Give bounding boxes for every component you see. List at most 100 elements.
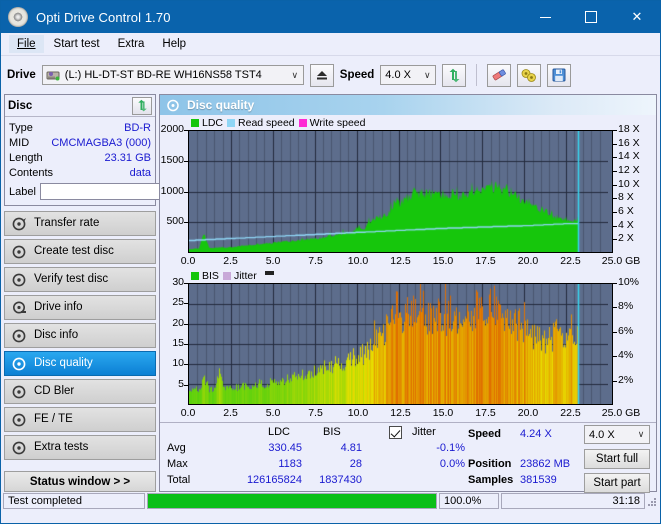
x-tick-label: 12.5: [381, 407, 421, 419]
legend-swatch-icon: [191, 119, 199, 127]
menu-extra[interactable]: Extra: [110, 35, 153, 53]
sidebar-item-label: FE / TE: [34, 414, 73, 426]
drive-icon: [46, 69, 61, 82]
menu-file[interactable]: File: [9, 35, 44, 53]
y-tick-label: 15: [160, 337, 184, 349]
y2-tick-label: 4 X: [618, 219, 634, 231]
legend-swatch-icon: [299, 119, 307, 127]
stats-jitter-avg: -0.1%: [397, 442, 465, 454]
sidebar-item-cd-bler[interactable]: CD Bler: [4, 379, 156, 404]
drive-select[interactable]: (L:) HL-DT-ST BD-RE WH16NS58 TST4 ∨: [42, 65, 304, 85]
disc-verify-icon: [12, 273, 27, 287]
drive-value: (L:) HL-DT-ST BD-RE WH16NS58 TST4: [61, 69, 266, 81]
sidebar-item-disc-info[interactable]: Disc info: [4, 323, 156, 348]
jitter-checkbox[interactable]: [389, 426, 402, 439]
x-tick-label: 15.0: [423, 407, 463, 419]
save-icon: [552, 68, 566, 82]
erase-button[interactable]: [487, 64, 511, 87]
toolbar: Drive (L:) HL-DT-ST BD-RE WH16NS58 TST4 …: [1, 56, 660, 94]
y-tick-mark: [184, 385, 188, 386]
close-icon: ✕: [632, 9, 643, 25]
x-tick-label: 5.0: [253, 255, 293, 267]
menu-start-test[interactable]: Start test: [46, 35, 108, 53]
progress-bar: [147, 493, 437, 509]
sidebar-item-label: CD Bler: [34, 386, 74, 398]
stats-col-bis: BIS: [323, 426, 341, 438]
disc-row-mid: MID CMCMAGBA3 (000): [9, 135, 151, 150]
sidebar-item-label: Extra tests: [34, 442, 88, 454]
y2-tick-mark: [613, 307, 617, 308]
window-controls: ✕: [522, 1, 660, 33]
save-button[interactable]: [547, 64, 571, 87]
sidebar-item-transfer-rate[interactable]: Transfer rate: [4, 211, 156, 236]
x-tick-label: 25.0 GB: [601, 407, 641, 419]
stats-jitter-max: 0.0%: [397, 458, 465, 470]
drive-label: Drive: [7, 69, 36, 81]
x-tick-label: 7.5: [296, 255, 336, 267]
start-full-button[interactable]: Start full: [584, 449, 650, 469]
refresh-icon: [136, 99, 149, 112]
menu-help-label: Help: [162, 38, 186, 50]
extra-tests-icon: [12, 441, 27, 455]
stats-speed-select-value: 4.0 X: [585, 429, 619, 441]
stats-speed-select[interactable]: 4.0 X ∨: [584, 425, 650, 444]
sidebar-item-drive-info[interactable]: Drive info: [4, 295, 156, 320]
disc-mid-label: MID: [9, 137, 29, 149]
x-tick-label: 15.0: [423, 255, 463, 267]
disc-row-contents: Contents data: [9, 165, 151, 180]
resize-grip-icon[interactable]: [646, 496, 657, 507]
bis-chart: BIS Jitter 51015202530 2%4%6%8%10% 0.02.…: [160, 270, 656, 422]
sidebar-item-create-test-disc[interactable]: Create test disc: [4, 239, 156, 264]
disc-quality-icon: [166, 99, 180, 112]
legend-item-bis: BIS: [191, 270, 219, 282]
stats-ldc-avg: 330.45: [234, 442, 302, 454]
refresh-button[interactable]: [442, 64, 466, 87]
menu-file-label: File: [17, 38, 36, 50]
legend-item-write-speed: Write speed: [299, 117, 366, 129]
x-tick-label: 2.5: [211, 255, 251, 267]
sidebar-item-verify-test-disc[interactable]: Verify test disc: [4, 267, 156, 292]
y2-tick-mark: [613, 198, 617, 199]
y-tick-mark: [184, 130, 188, 131]
status-window-wrap: Status window > >: [4, 471, 156, 492]
x-tick-label: 25.0 GB: [601, 255, 641, 267]
disc-length-label: Length: [9, 152, 43, 164]
stats-position-value: 23862 MB: [520, 458, 570, 470]
disc-info-icon: [12, 329, 27, 343]
speed-select[interactable]: 4.0 X ∨: [380, 65, 436, 85]
legend-swatch-icon: [191, 272, 199, 280]
disc-contents-label: Contents: [9, 167, 53, 179]
legend-label: Jitter: [234, 270, 257, 282]
menu-help[interactable]: Help: [154, 35, 194, 53]
close-button[interactable]: ✕: [614, 1, 660, 33]
disc-refresh-button[interactable]: [132, 97, 152, 115]
tools-button[interactable]: [517, 64, 541, 87]
y2-tick-mark: [613, 356, 617, 357]
minimize-button[interactable]: [522, 1, 568, 33]
sidebar-item-label: Disc quality: [34, 358, 93, 370]
stats-panel: LDC BIS Avg Max Total 330.45 1183 126165…: [160, 422, 656, 491]
y2-tick-mark: [613, 226, 617, 227]
chevron-down-icon: ∨: [633, 429, 649, 440]
sidebar-item-label: Verify test disc: [34, 274, 108, 286]
maximize-button[interactable]: [568, 1, 614, 33]
status-window-button[interactable]: Status window > >: [4, 471, 156, 492]
eject-button[interactable]: [310, 64, 334, 87]
y2-tick-label: 10 X: [618, 178, 640, 190]
disc-mid-value: CMCMAGBA3 (000): [51, 137, 151, 149]
bis-plot-area: [188, 283, 613, 405]
app-window: Opti Drive Control 1.70 ✕ File Start tes…: [0, 0, 661, 524]
content-panel: Disc quality LDC Read speed Write speed …: [159, 94, 657, 492]
disc-row-length: Length 23.31 GB: [9, 150, 151, 165]
disc-panel-body: Type BD-R MID CMCMAGBA3 (000) Length 23.…: [5, 117, 155, 205]
sidebar-item-disc-quality[interactable]: Disc quality: [4, 351, 156, 376]
start-part-button[interactable]: Start part: [584, 473, 650, 493]
speed-value: 4.0 X: [381, 69, 415, 81]
sidebar-item-fe-te[interactable]: FE / TE: [4, 407, 156, 432]
stats-position-label: Position: [468, 458, 511, 470]
disc-panel: Disc Type BD-R MID CMCM: [4, 94, 156, 206]
sidebar-item-extra-tests[interactable]: Extra tests: [4, 435, 156, 460]
disc-panel-header: Disc: [5, 95, 155, 117]
y-tick-label: 5: [160, 378, 184, 390]
x-tick-label: 20.0: [508, 255, 548, 267]
